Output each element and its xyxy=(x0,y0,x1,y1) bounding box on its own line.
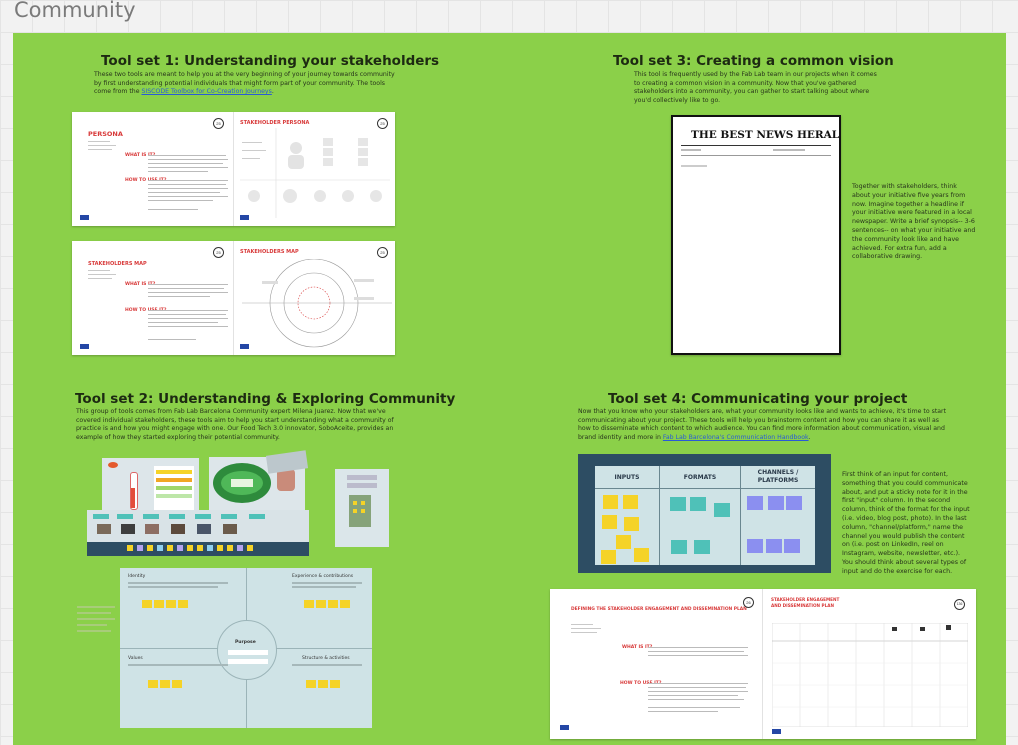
frame-title[interactable]: Community xyxy=(14,0,136,22)
news-herald-instructions: Together with stakeholders, think about … xyxy=(852,183,976,261)
sticky-note[interactable] xyxy=(766,539,782,553)
sticky-note[interactable] xyxy=(603,495,618,509)
page-badge-icon: 26 xyxy=(743,597,754,608)
page-badge-icon: 136 xyxy=(954,599,965,610)
canvas-identity-label: Identity xyxy=(128,574,146,579)
stakeholders-map-right-title: STAKEHOLDERS MAP xyxy=(240,249,299,255)
canvas-structure-label: Structure & activities xyxy=(302,656,350,661)
news-herald-title: THE BEST NEWS HERALD xyxy=(691,129,841,141)
sticky-note[interactable] xyxy=(601,550,616,564)
page-badge-icon: 25 xyxy=(377,247,388,258)
community-board[interactable]: Tool set 1: Understanding your stakehold… xyxy=(13,33,1006,745)
sticky-note[interactable] xyxy=(747,496,763,510)
canvas-experience-label: Experience & contributions xyxy=(292,574,354,579)
canvas-legend-notes xyxy=(77,606,117,636)
column-formats-header: FORMATS xyxy=(683,474,717,481)
content-brainstorm-board[interactable]: INPUTS FORMATS CHANNELS / PLATFORMS xyxy=(578,454,831,573)
sticky-note[interactable] xyxy=(670,497,686,511)
stakeholders-map-tool-card[interactable]: STAKEHOLDERS MAP WHAT IS IT? HOW TO USE … xyxy=(72,241,395,355)
persona-tool-card[interactable]: PERSONA WHAT IS IT? HOW TO USE IT? 25 ST… xyxy=(72,112,395,226)
sticky-note[interactable] xyxy=(768,496,784,510)
toolset1-title: Tool set 1: Understanding your stakehold… xyxy=(101,53,440,69)
eu-flag-icon xyxy=(240,344,249,349)
siscode-toolbox-link[interactable]: SISCODE Toolbox for Co-Creation Journeys xyxy=(141,88,271,95)
plan-right-title: STAKEHOLDER ENGAGEMENT AND DISSEMINATION… xyxy=(771,597,840,608)
sticky-note[interactable] xyxy=(747,539,763,553)
communication-handbook-link[interactable]: Fab Lab Barcelona's Communication Handbo… xyxy=(663,434,809,441)
stakeholders-map-drawing xyxy=(242,259,392,348)
content-board-instructions: First think of an input for content, som… xyxy=(842,471,970,575)
column-channels-header: CHANNELS / PLATFORMS xyxy=(757,469,799,484)
stakeholder-persona-title: STAKEHOLDER PERSONA xyxy=(240,120,310,126)
sticky-note[interactable] xyxy=(671,540,687,554)
sticky-note[interactable] xyxy=(623,495,638,509)
sticky-note[interactable] xyxy=(602,515,617,529)
canvas-purpose-label: Purpose xyxy=(235,640,256,645)
sticky-note[interactable] xyxy=(624,517,639,531)
page-badge-icon: 25 xyxy=(213,247,224,258)
community-canvas[interactable]: Purpose Identity Experience & contributi… xyxy=(120,568,372,728)
sticky-note[interactable] xyxy=(714,503,730,517)
column-inputs-header: INPUTS xyxy=(614,474,640,481)
eu-flag-icon xyxy=(240,215,249,220)
sticky-note[interactable] xyxy=(784,539,800,553)
sticky-note[interactable] xyxy=(694,540,710,554)
sticky-note[interactable] xyxy=(616,535,631,549)
sticky-note[interactable] xyxy=(786,496,802,510)
eu-flag-icon xyxy=(560,725,569,730)
toolset3-title: Tool set 3: Creating a common vision xyxy=(613,53,894,69)
canvas-values-label: Values xyxy=(128,656,143,661)
persona-canvas-drawing xyxy=(240,128,390,218)
community-phone-mockup[interactable] xyxy=(335,469,389,547)
engagement-plan-table xyxy=(772,623,968,727)
toolset2-description: This group of tools comes from Fab Lab B… xyxy=(76,408,394,441)
sticky-note[interactable] xyxy=(690,497,706,511)
eu-flag-icon xyxy=(80,344,89,349)
page-badge-icon: 25 xyxy=(213,118,224,129)
toolset4-description: Now that you know who your stakeholders … xyxy=(578,408,947,441)
toolset4-title: Tool set 4: Communicating your project xyxy=(608,391,908,407)
eu-flag-icon xyxy=(772,729,781,734)
toolset2-title: Tool set 2: Understanding & Exploring Co… xyxy=(75,391,456,407)
news-herald-template[interactable]: THE BEST NEWS HERALD xyxy=(671,115,841,355)
stakeholders-map-left-title: STAKEHOLDERS MAP xyxy=(88,261,147,267)
toolset3-description: This tool is frequently used by the Fab … xyxy=(634,71,877,104)
sticky-note[interactable] xyxy=(634,548,649,562)
eu-flag-icon xyxy=(80,215,89,220)
plan-left-title: DEFINING THE STAKEHOLDER ENGAGEMENT AND … xyxy=(571,607,747,612)
persona-left-title: PERSONA xyxy=(88,130,123,138)
toolset1-description: These two tools are meant to help you at… xyxy=(94,71,395,96)
engagement-plan-card[interactable]: DEFINING THE STAKEHOLDER ENGAGEMENT AND … xyxy=(550,589,976,739)
